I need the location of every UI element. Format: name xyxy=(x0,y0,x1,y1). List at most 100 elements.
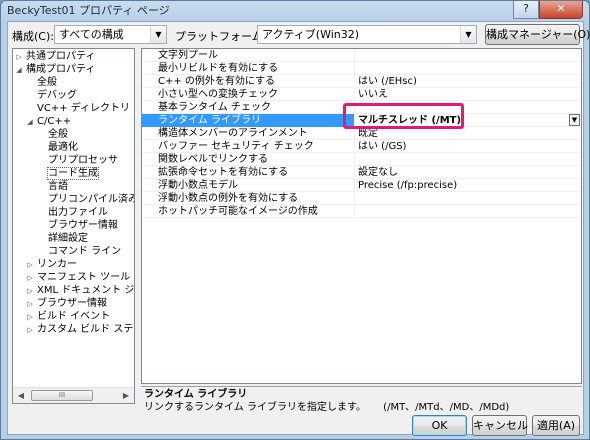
tree-item-label: ブラウザー情報 xyxy=(48,220,118,231)
property-row[interactable]: 最小リビルドを有効にする xyxy=(142,62,581,75)
property-value[interactable]: いいえ xyxy=(358,88,581,101)
tree-item-label: コマンド ライン xyxy=(48,246,122,257)
tree-list: ▷ 共通プロパティ ◢ 構成プロパティ 全般 デバッグ VC++ ディレクトリ ◢ C/C++ 全… xyxy=(13,49,134,387)
tree-item-label: デバッグ xyxy=(37,90,77,101)
property-row[interactable]: 浮動小数点モデル Precise (/fp:precise) xyxy=(142,179,581,192)
description-separator xyxy=(141,386,582,387)
property-row[interactable]: 関数レベルでリンクする xyxy=(142,153,581,166)
property-name: 拡張命令セットを有効にする xyxy=(142,166,355,179)
description-panel: ランタイム ライブラリ リンクするランタイム ライブラリを指定します。 (/MT… xyxy=(141,388,582,416)
property-value-text: はい (/GS) xyxy=(358,141,407,152)
property-row[interactable]: ランタイム ライブラリ マルチスレッド (/MT) ▼ xyxy=(142,114,581,127)
description-text-line: リンクするランタイム ライブラリを指定します。 (/MT、/MTd、/MD、/M… xyxy=(141,401,582,414)
expand-arrow-icon[interactable]: ▷ xyxy=(26,324,34,337)
tree-item-label: 言語 xyxy=(48,181,68,192)
tree-item-label: プリコンパイル済みヘ xyxy=(48,194,134,205)
apply-button[interactable]: 適用(A) xyxy=(532,415,580,436)
property-name: バッファー セキュリティ チェック xyxy=(142,140,355,153)
ok-button[interactable]: OK xyxy=(412,415,467,436)
tree-item[interactable]: 全般 xyxy=(13,128,134,141)
tree-item[interactable]: ▷XML ドキュメント ジェネ xyxy=(13,284,134,297)
property-value[interactable]: 既定 xyxy=(358,127,581,140)
tree-item[interactable]: デバッグ xyxy=(13,89,134,102)
property-value[interactable]: はい (/EHsc) xyxy=(358,75,581,88)
tree-item[interactable]: ▷ 共通プロパティ xyxy=(13,50,134,63)
dropdown-arrow-icon[interactable]: ▼ xyxy=(569,114,580,126)
property-name: 文字列プール xyxy=(142,49,355,62)
tree-item[interactable]: プリプロセッサ xyxy=(13,154,134,167)
property-row[interactable]: 小さい型への変換チェック いいえ xyxy=(142,88,581,101)
config-dropdown[interactable]: すべての構成 ▼ xyxy=(54,25,167,44)
tree-item[interactable]: コード生成 xyxy=(13,167,134,180)
configuration-manager-button[interactable]: 構成マネージャー(O)... xyxy=(485,24,590,45)
tree-item-label: 全般 xyxy=(37,77,57,88)
property-name: C++ の例外を有効にする xyxy=(142,75,355,88)
property-value[interactable] xyxy=(358,192,581,205)
property-name: 浮動小数点モデル xyxy=(142,179,355,192)
tree-item[interactable]: ▷ ブラウザー情報 xyxy=(13,297,134,310)
chevron-down-icon: ▼ xyxy=(460,26,476,43)
property-value[interactable]: Precise (/fp:precise) xyxy=(358,179,581,192)
property-row[interactable]: バッファー セキュリティ チェック はい (/GS) xyxy=(142,140,581,153)
close-button[interactable]: ✕ xyxy=(539,1,583,19)
tree-item[interactable]: 言語 xyxy=(13,180,134,193)
property-name: 小さい型への変換チェック xyxy=(142,88,355,101)
tree-horizontal-scrollbar[interactable]: ◀ III ▶ xyxy=(13,387,134,403)
property-row[interactable]: 浮動小数点の例外を有効にする xyxy=(142,192,581,205)
dialog-client: 構成(C): すべての構成 ▼ プラットフォーム(P): アクティブ(Win32… xyxy=(7,21,590,436)
property-value[interactable] xyxy=(358,153,581,166)
tree-item[interactable]: 最適化 xyxy=(13,141,134,154)
tree-item[interactable]: 出力ファイル xyxy=(13,206,134,219)
property-value-text: Precise (/fp:precise) xyxy=(358,180,458,191)
property-value[interactable]: はい (/GS) xyxy=(358,140,581,153)
caption-buttons: ? ✕ xyxy=(513,1,583,19)
property-row[interactable]: ホットパッチ可能なイメージの作成 xyxy=(142,205,581,218)
property-value[interactable] xyxy=(358,205,581,218)
tree-item-label: XML ドキュメント ジェネ xyxy=(37,285,134,296)
tree-item-label: ビルド イベント xyxy=(37,311,111,322)
title-bar[interactable]: BeckyTest01 プロパティ ページ ? ✕ xyxy=(1,1,589,21)
tree-item[interactable]: ◢ C/C++ xyxy=(13,115,134,128)
platform-dropdown[interactable]: アクティブ(Win32) ▼ xyxy=(257,25,477,44)
property-name: 構造体メンバーのアラインメント xyxy=(142,127,355,140)
tree-item[interactable]: 全般 xyxy=(13,76,134,89)
tree-item[interactable]: ◢ 構成プロパティ xyxy=(13,63,134,76)
property-row[interactable]: 構造体メンバーのアラインメント 既定 xyxy=(142,127,581,140)
tree-item[interactable]: ▷ リンカー xyxy=(13,258,134,271)
property-row[interactable]: 拡張命令セットを有効にする 設定なし xyxy=(142,166,581,179)
property-value-text: マルチスレッド (/MT) xyxy=(358,115,462,126)
tree-item[interactable]: VC++ ディレクトリ xyxy=(13,102,134,115)
tree-item[interactable]: ▷ ビルド イベント xyxy=(13,310,134,323)
property-grid[interactable]: 文字列プール 最小リビルドを有効にする C++ の例外を有効にする はい (/EHsc… xyxy=(141,48,582,384)
help-button[interactable]: ? xyxy=(513,1,539,19)
tree-item-label: コード生成 xyxy=(47,167,99,180)
tree-item-label: 全般 xyxy=(48,129,68,140)
scroll-left-icon[interactable]: ◀ xyxy=(13,388,29,403)
cancel-button[interactable]: キャンセル xyxy=(472,415,528,436)
property-value[interactable] xyxy=(358,101,581,114)
tree-item-label: 詳細設定 xyxy=(48,233,88,244)
tree-item-label: VC++ ディレクトリ xyxy=(37,103,131,114)
config-value: すべての構成 xyxy=(59,28,124,41)
tree-item[interactable]: プリコンパイル済みヘ xyxy=(13,193,134,206)
property-value[interactable] xyxy=(358,62,581,75)
property-name: 基本ランタイム チェック xyxy=(142,101,355,114)
property-row[interactable]: C++ の例外を有効にする はい (/EHsc) xyxy=(142,75,581,88)
tree-item[interactable]: ▷ マニフェスト ツール xyxy=(13,271,134,284)
tree-item-label: 最適化 xyxy=(48,142,78,153)
tree-item-label: リンカー xyxy=(37,259,77,270)
property-value[interactable]: マルチスレッド (/MT) ▼ xyxy=(358,114,581,127)
property-value[interactable] xyxy=(358,49,581,62)
property-value[interactable]: 設定なし xyxy=(358,166,581,179)
tree-item[interactable]: 詳細設定 xyxy=(13,232,134,245)
property-row[interactable]: 基本ランタイム チェック xyxy=(142,101,581,114)
tree-item-label: 共通プロパティ xyxy=(26,51,96,62)
property-row[interactable]: 文字列プール xyxy=(142,49,581,62)
property-value-text: いいえ xyxy=(358,89,388,100)
scroll-right-icon[interactable]: ▶ xyxy=(118,388,134,403)
scrollbar-thumb[interactable]: III xyxy=(31,390,93,401)
tree-item[interactable]: ▷カスタム ビルド ステップ xyxy=(13,323,134,336)
tree-item[interactable]: ブラウザー情報 xyxy=(13,219,134,232)
category-tree[interactable]: ▷ 共通プロパティ ◢ 構成プロパティ 全般 デバッグ VC++ ディレクトリ ◢ C/C++ 全… xyxy=(12,48,135,404)
tree-item[interactable]: コマンド ライン xyxy=(13,245,134,258)
